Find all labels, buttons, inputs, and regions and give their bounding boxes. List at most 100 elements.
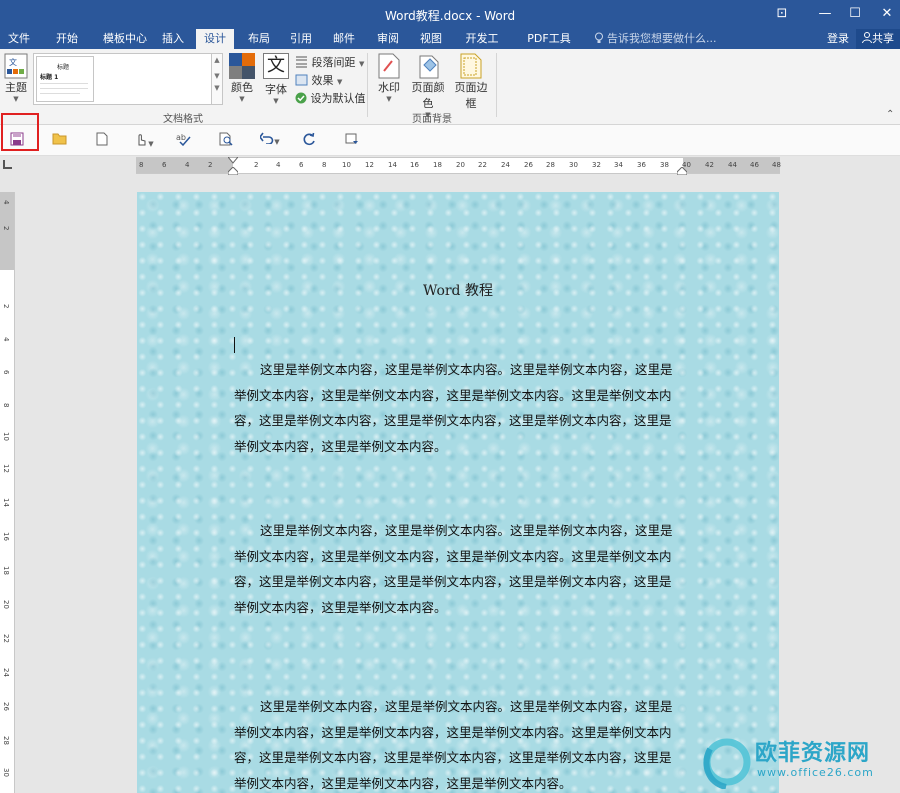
watermark-label: 水印 xyxy=(378,81,400,94)
touch-hand-icon xyxy=(138,134,146,146)
page-borders-button[interactable]: 页面边框 xyxy=(450,53,492,111)
chevron-down-icon: ▼ xyxy=(337,78,343,86)
ruler-tick: 6 xyxy=(2,370,10,375)
group-label-doc-format: 文档格式 xyxy=(163,114,203,125)
horizontal-ruler[interactable]: 8 6 4 2 2 4 6 8 10 12 14 16 18 20 22 24 … xyxy=(136,157,781,175)
fonts-button[interactable]: 文 字体 ▼ xyxy=(262,53,290,105)
set-default-button[interactable]: 设为默认值 xyxy=(295,90,366,106)
paragraph-spacing-label: 段落间距 xyxy=(311,56,356,69)
theme-button[interactable]: 文 主题 ▼ xyxy=(2,53,30,103)
ruler-tick: 30 xyxy=(569,161,578,169)
collapse-ribbon-icon[interactable]: ⌃ xyxy=(886,109,894,120)
text-cursor xyxy=(234,337,235,353)
ruler-tick: 14 xyxy=(388,161,397,169)
gallery-thumb-style1[interactable]: 标题 标题 1 xyxy=(36,56,94,102)
ruler-tick: 8 xyxy=(2,403,10,408)
ribbon-design: 文 主题 ▼ 标题 标题 1 ▲ ▼ ▼ 颜色 ▼ 文 字体 ▼ 段落间距 ▼ … xyxy=(0,49,900,125)
title-bar: Word教程.docx - Word ⊡ — ☐ ✕ xyxy=(0,0,900,29)
tab-mailings[interactable]: 邮件 xyxy=(325,29,363,49)
paragraph[interactable]: 这里是举例文本内容，这里是举例文本内容。这里是举例文本内容，这里是举例文本内容，… xyxy=(234,694,678,793)
paragraph[interactable]: 这里是举例文本内容，这里是举例文本内容。这里是举例文本内容，这里是举例文本内容，… xyxy=(234,518,678,620)
gallery-down-icon[interactable]: ▼ xyxy=(212,72,222,80)
vertical-ruler[interactable]: 4 2 2 4 6 8 10 12 14 16 18 20 22 24 26 2… xyxy=(0,192,15,793)
first-line-indent-marker[interactable] xyxy=(228,157,238,164)
ruler-tick: 10 xyxy=(342,161,351,169)
ruler-tick: 34 xyxy=(614,161,623,169)
quick-access-toolbar: ▼ ab ▼ xyxy=(0,125,900,156)
document-page[interactable]: Word 教程 这里是举例文本内容，这里是举例文本内容。这里是举例文本内容，这里… xyxy=(137,192,779,793)
share-button[interactable]: 共享 xyxy=(856,29,900,49)
chevron-down-icon: ▼ xyxy=(239,95,245,103)
ruler-tick: 4 xyxy=(2,337,10,342)
fonts-label: 字体 xyxy=(265,83,287,96)
tab-view[interactable]: 视图 xyxy=(412,29,450,49)
undo-icon xyxy=(259,132,274,145)
gallery-scroll[interactable]: ▲ ▼ ▼ xyxy=(211,53,223,105)
tab-layout[interactable]: 布局 xyxy=(240,29,278,49)
ruler-tick: 10 xyxy=(2,432,10,441)
ribbon-tabs: 文件 开始 模板中心 插入 设计 布局 引用 邮件 审阅 视图 开发工具 PDF… xyxy=(0,29,900,64)
gallery-more-icon[interactable]: ▼ xyxy=(212,84,222,92)
colors-button[interactable]: 颜色 ▼ xyxy=(228,53,256,103)
tab-template-center[interactable]: 模板中心 xyxy=(93,29,157,49)
style-gallery[interactable]: 标题 标题 1 xyxy=(33,53,213,105)
watermark-button[interactable]: 水印 ▼ xyxy=(374,53,404,103)
paragraph[interactable]: 这里是举例文本内容，这里是举例文本内容。这里是举例文本内容，这里是举例文本内容，… xyxy=(234,357,678,459)
chevron-down-icon: ▼ xyxy=(386,95,392,103)
tab-references[interactable]: 引用 xyxy=(282,29,320,49)
watermark-text: 欧菲资源网 xyxy=(755,741,871,766)
redo-button[interactable] xyxy=(300,132,318,150)
touch-mode-button[interactable]: ▼ xyxy=(131,132,157,150)
ruler-tick: 44 xyxy=(728,161,737,169)
chevron-down-icon: ▼ xyxy=(273,97,279,105)
minimize-button[interactable]: — xyxy=(812,4,838,24)
spellcheck-icon: ab xyxy=(176,133,191,147)
color-palette-icon xyxy=(229,53,255,79)
gallery-up-icon[interactable]: ▲ xyxy=(212,56,222,64)
paint-bucket-icon xyxy=(419,55,439,79)
ruler-tick: 4 xyxy=(2,200,10,205)
customize-qat-button[interactable] xyxy=(343,132,361,150)
sign-in-link[interactable]: 登录 xyxy=(827,29,849,48)
tab-review[interactable]: 审阅 xyxy=(369,29,407,49)
open-button[interactable] xyxy=(50,132,68,150)
paragraph-spacing-button[interactable]: 段落间距 ▼ xyxy=(295,54,364,70)
maximize-button[interactable]: ☐ xyxy=(842,4,868,24)
person-icon xyxy=(862,32,872,44)
ruler-tick: 20 xyxy=(456,161,465,169)
left-indent-marker[interactable] xyxy=(228,167,238,175)
ruler-tick: 26 xyxy=(524,161,533,169)
new-document-button[interactable] xyxy=(93,132,111,150)
ruler-tick: 2 xyxy=(2,226,10,231)
window-title: Word教程.docx - Word xyxy=(384,9,516,23)
undo-button[interactable]: ▼ xyxy=(257,132,283,150)
effects-label: 效果 xyxy=(311,74,334,87)
print-preview-button[interactable] xyxy=(217,132,235,150)
theme-icon: 文 xyxy=(4,53,28,79)
tab-selector-icon[interactable] xyxy=(3,160,12,169)
close-button[interactable]: ✕ xyxy=(874,4,900,24)
ruler-tick: 36 xyxy=(637,161,646,169)
chevron-down-icon: ▼ xyxy=(13,95,19,103)
ruler-tick: 16 xyxy=(2,532,10,541)
lightbulb-icon xyxy=(595,32,603,43)
tab-file[interactable]: 文件 xyxy=(2,29,36,49)
spelling-check-button[interactable]: ab xyxy=(174,132,192,150)
effects-button[interactable]: 效果 ▼ xyxy=(295,72,342,88)
ruler-tick: 4 xyxy=(276,161,281,169)
tab-home[interactable]: 开始 xyxy=(48,29,86,49)
tell-me-box[interactable]: 告诉我您想要做什么... xyxy=(594,29,717,49)
tab-insert[interactable]: 插入 xyxy=(154,29,192,49)
right-indent-marker[interactable] xyxy=(677,167,687,175)
ruler-tick: 2 xyxy=(254,161,259,169)
chevron-down-icon: ▼ xyxy=(359,60,365,68)
watermark-url: www.office26.com xyxy=(757,766,874,779)
ruler-tick: 14 xyxy=(2,498,10,507)
ribbon-display-icon[interactable]: ⊡ xyxy=(769,4,795,24)
redo-icon xyxy=(303,132,315,146)
tab-design[interactable]: 设计 xyxy=(196,29,234,49)
print-preview-icon xyxy=(219,132,233,146)
tab-developer[interactable]: 开发工具 xyxy=(456,29,508,64)
tab-pdf-tools[interactable]: PDF工具集 xyxy=(518,29,580,64)
new-document-icon xyxy=(96,132,108,146)
